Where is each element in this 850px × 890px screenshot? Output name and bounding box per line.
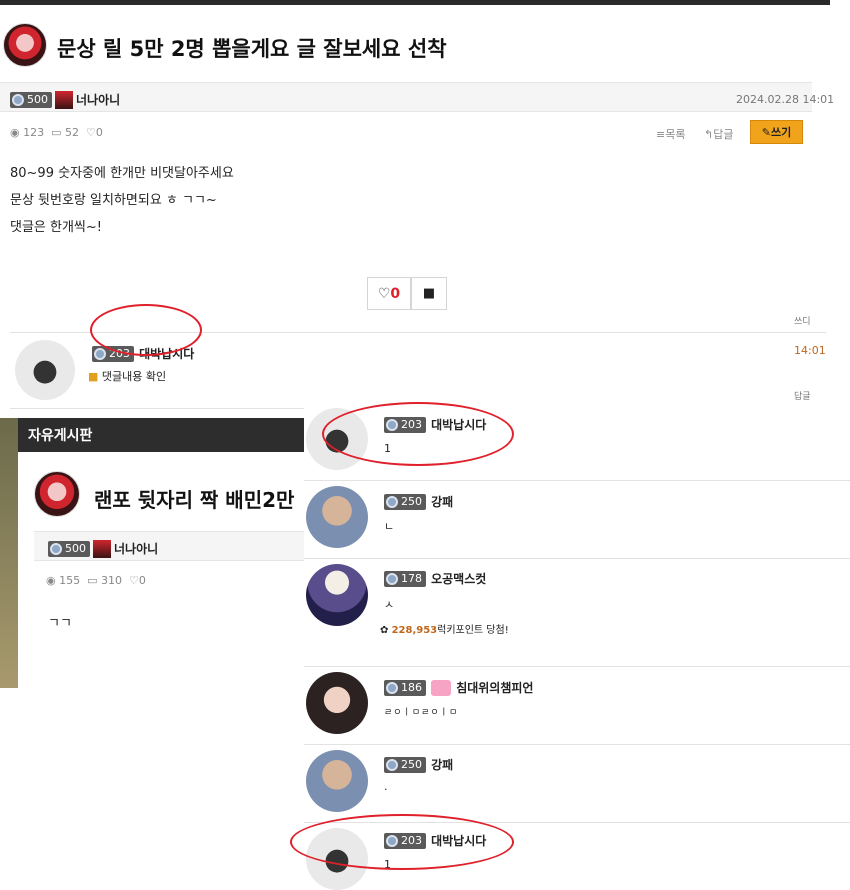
level-badge: 186 (384, 679, 426, 696)
shield-icon (386, 681, 398, 694)
commenter-avatar[interactable] (306, 564, 368, 626)
gift-icon: ✿ (380, 625, 389, 636)
post-title: 문상 릴 5만 2명 뽑을게요 글 잘보세요 선착 (57, 37, 447, 61)
annotation-circle (290, 814, 514, 870)
list-button[interactable]: ≡목록 (656, 126, 685, 142)
annotation-circle (322, 402, 514, 466)
pencil-icon: ✎ (761, 125, 771, 139)
comment-text: ㅅ (384, 598, 395, 611)
commenter-avatar[interactable] (306, 750, 368, 812)
list-icon: ≡ (656, 128, 666, 141)
thumbs-up-icon: ♡ (129, 574, 139, 587)
comment-time: 14:01 (794, 344, 826, 357)
level-badge: 500 (48, 540, 90, 557)
commenter-info[interactable]: 250 강패 (384, 754, 453, 773)
shield-icon (386, 572, 398, 585)
level-badge: 178 (384, 570, 426, 587)
shield-icon (50, 542, 62, 555)
eye-icon: ◉ (46, 574, 56, 587)
annotation-circle (90, 304, 202, 356)
body-line: 댓글은 한개씩~! (10, 220, 102, 235)
shield-icon (12, 93, 24, 106)
thumbs-up-icon: ♡ (86, 126, 96, 139)
divider (304, 666, 850, 667)
bed-icon (431, 679, 452, 696)
shield-icon (386, 758, 398, 771)
commenter-avatar[interactable] (306, 672, 368, 734)
board-header[interactable]: 자유게시판 (18, 418, 304, 452)
post-body: 80~99 숫자중에 한개만 비댓달아주세요 문상 뒷번호랑 일치하면되요 ㅎ … (10, 160, 234, 241)
author-nickname[interactable]: 너나아니 (76, 93, 120, 107)
background-strip (0, 418, 18, 688)
level-badge: 250 (384, 756, 426, 773)
post-date: 2024.02.28 14:01 (736, 93, 835, 106)
top-bar (0, 0, 830, 5)
post-title: 랜포 뒷자리 짝 배민2만 (94, 488, 295, 512)
body-line: 문상 뒷번호랑 일치하면되요 ㅎ ㄱㄱ~ (10, 193, 217, 208)
bookmark-icon: ■ (422, 286, 436, 301)
divider (10, 408, 310, 409)
eye-icon: ◉ (10, 126, 20, 139)
right-snippet: 답글 (794, 392, 811, 402)
mini-avatar (93, 539, 111, 558)
post-stats: ◉ 123 ▭ 52 ♡0 (10, 126, 103, 139)
body-line: 80~99 숫자중에 한개만 비댓달아주세요 (10, 166, 234, 181)
divider (304, 558, 850, 559)
author-bar (0, 82, 812, 112)
like-vote-button[interactable]: ♡ 0 (367, 277, 411, 310)
comment-icon: ▭ (51, 126, 62, 139)
level-badge: 500 (10, 91, 52, 108)
write-button[interactable]: ✎ 쓰기 (750, 120, 803, 144)
commenter-info[interactable]: 186 침대위의챔피언 (384, 677, 533, 696)
divider (304, 480, 850, 481)
commenter-avatar[interactable]: ● (15, 340, 75, 400)
level-badge: 250 (384, 493, 426, 510)
author-info[interactable]: 500 너나아니 (10, 89, 120, 109)
post-body: ㄱㄱ (48, 616, 72, 631)
comment-text: ㄴ (384, 520, 395, 533)
comment-text: . (384, 780, 388, 793)
reply-icon: ↰ (704, 128, 714, 141)
author-nickname[interactable]: 너나아니 (114, 542, 158, 556)
shield-icon (386, 495, 398, 508)
post-stats: ◉ 155 ▭ 310 ♡0 (46, 574, 146, 587)
commenter-nickname[interactable]: 침대위의챔피언 (456, 681, 533, 695)
divider (304, 744, 850, 745)
reply-button[interactable]: ↰답글 (704, 126, 733, 142)
thumbs-up-icon: ♡ (377, 285, 391, 302)
bookmark-button[interactable]: ■ (411, 277, 447, 310)
lock-icon: ■ (88, 370, 99, 383)
comment-text: ㄹㅇㅣㅁㄹㅇㅣㅁ (384, 708, 459, 718)
lucky-points: ✿ 228,953럭키포인트 당첨! (380, 625, 509, 636)
author-avatar[interactable] (3, 23, 47, 67)
commenter-nickname[interactable]: 강패 (431, 758, 453, 772)
comment-icon: ▭ (87, 574, 98, 587)
comment-text: ■ 댓글내용 확인 (88, 370, 167, 383)
author-info[interactable]: 500 너나아니 (48, 538, 158, 558)
shield-icon (94, 347, 106, 360)
commenter-info[interactable]: 250 강패 (384, 491, 453, 510)
commenter-info[interactable]: 178 오공맥스컷 (384, 568, 486, 587)
author-avatar[interactable] (34, 471, 80, 517)
mini-avatar (55, 90, 73, 109)
commenter-avatar[interactable] (306, 486, 368, 548)
user-icon: ● (31, 352, 59, 388)
right-snippet: 쓰디 (794, 317, 811, 327)
commenter-nickname[interactable]: 오공맥스컷 (431, 572, 486, 586)
commenter-nickname[interactable]: 강패 (431, 495, 453, 509)
